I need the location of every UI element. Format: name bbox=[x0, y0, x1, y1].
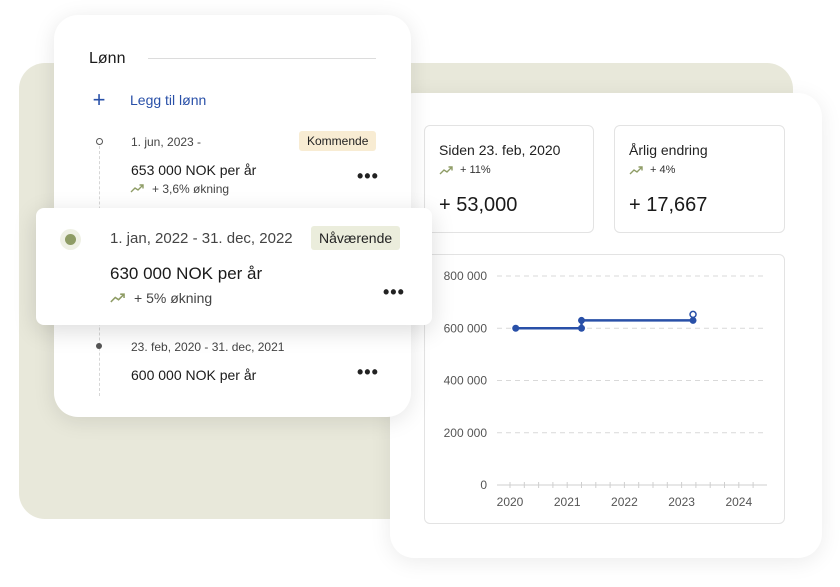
stat-change-value: + 4% bbox=[650, 164, 676, 176]
stat-title: Årlig endring bbox=[629, 142, 708, 158]
trend-up-icon bbox=[130, 182, 145, 196]
y-tick-label: 800 000 bbox=[444, 269, 488, 283]
timeline-dot-past bbox=[96, 343, 102, 349]
salary-title: Lønn bbox=[89, 50, 126, 67]
add-salary-button[interactable]: + Legg til lønn bbox=[90, 87, 207, 112]
salary-line bbox=[515, 319, 694, 330]
stat-since-start: Siden 23. feb, 2020 + 11% + 53,000 bbox=[424, 125, 594, 233]
entry-date: 1. jun, 2023 - bbox=[131, 135, 202, 149]
add-salary-label: Legg til lønn bbox=[130, 92, 207, 108]
title-divider bbox=[148, 58, 376, 59]
entry-date: 1. jan, 2022 - 31. dec, 2022 bbox=[110, 230, 293, 247]
salary-chart: 800 000 600 000 400 000 200 000 0 2020 2021 202… bbox=[424, 254, 785, 524]
status-badge: Kommende bbox=[299, 131, 377, 151]
stat-value: + 53,000 bbox=[439, 194, 518, 216]
salary-chart-svg: 800 000 600 000 400 000 200 000 0 2020 2021 202… bbox=[444, 269, 767, 509]
stat-change-value: + 11% bbox=[460, 164, 491, 176]
x-tick-label: 2021 bbox=[554, 495, 581, 509]
trend-up-icon bbox=[439, 165, 454, 175]
y-tick-label: 400 000 bbox=[444, 374, 488, 388]
trend-up-icon bbox=[629, 165, 644, 175]
stat-annual-change: Årlig endring + 4% + 17,667 bbox=[614, 125, 785, 233]
timeline-dot-upcoming bbox=[96, 138, 103, 145]
status-badge: Nåværende bbox=[311, 226, 401, 250]
trend-up-icon bbox=[109, 290, 127, 306]
entry-change: + 5% økning bbox=[109, 290, 212, 306]
stat-change: + 4% bbox=[629, 164, 770, 176]
entry-amount: 630 000 NOK per år bbox=[110, 264, 263, 283]
more-options-button[interactable]: ••• bbox=[357, 362, 379, 383]
stat-value: + 17,667 bbox=[629, 194, 708, 216]
plus-icon: + bbox=[92, 87, 106, 112]
entry-change-value: + 3,6% økning bbox=[152, 182, 230, 196]
stat-change: + 11% bbox=[439, 164, 579, 176]
x-tick-label: 2023 bbox=[668, 495, 695, 509]
y-tick-label: 600 000 bbox=[444, 321, 488, 335]
timeline-dot-current bbox=[65, 234, 76, 245]
stat-title: Siden 23. feb, 2020 bbox=[439, 142, 561, 158]
x-tick-label: 2024 bbox=[725, 495, 752, 509]
entry-date: 23. feb, 2020 - 31. dec, 2021 bbox=[131, 340, 285, 354]
entry-change-value: + 5% økning bbox=[134, 290, 213, 306]
entry-amount: 600 000 NOK per år bbox=[131, 367, 257, 383]
entry-change: + 3,6% økning bbox=[130, 182, 229, 196]
future-data-point bbox=[689, 310, 697, 319]
data-point bbox=[578, 324, 585, 332]
x-tick-label: 2022 bbox=[611, 495, 638, 509]
y-tick-label: 0 bbox=[480, 478, 487, 492]
more-options-button[interactable]: ••• bbox=[357, 166, 379, 187]
x-tick-label: 2020 bbox=[497, 495, 524, 509]
data-point bbox=[578, 316, 585, 324]
y-tick-label: 200 000 bbox=[444, 426, 488, 440]
more-options-button[interactable]: ••• bbox=[383, 282, 405, 303]
data-point bbox=[512, 324, 520, 332]
entry-amount: 653 000 NOK per år bbox=[131, 162, 257, 178]
